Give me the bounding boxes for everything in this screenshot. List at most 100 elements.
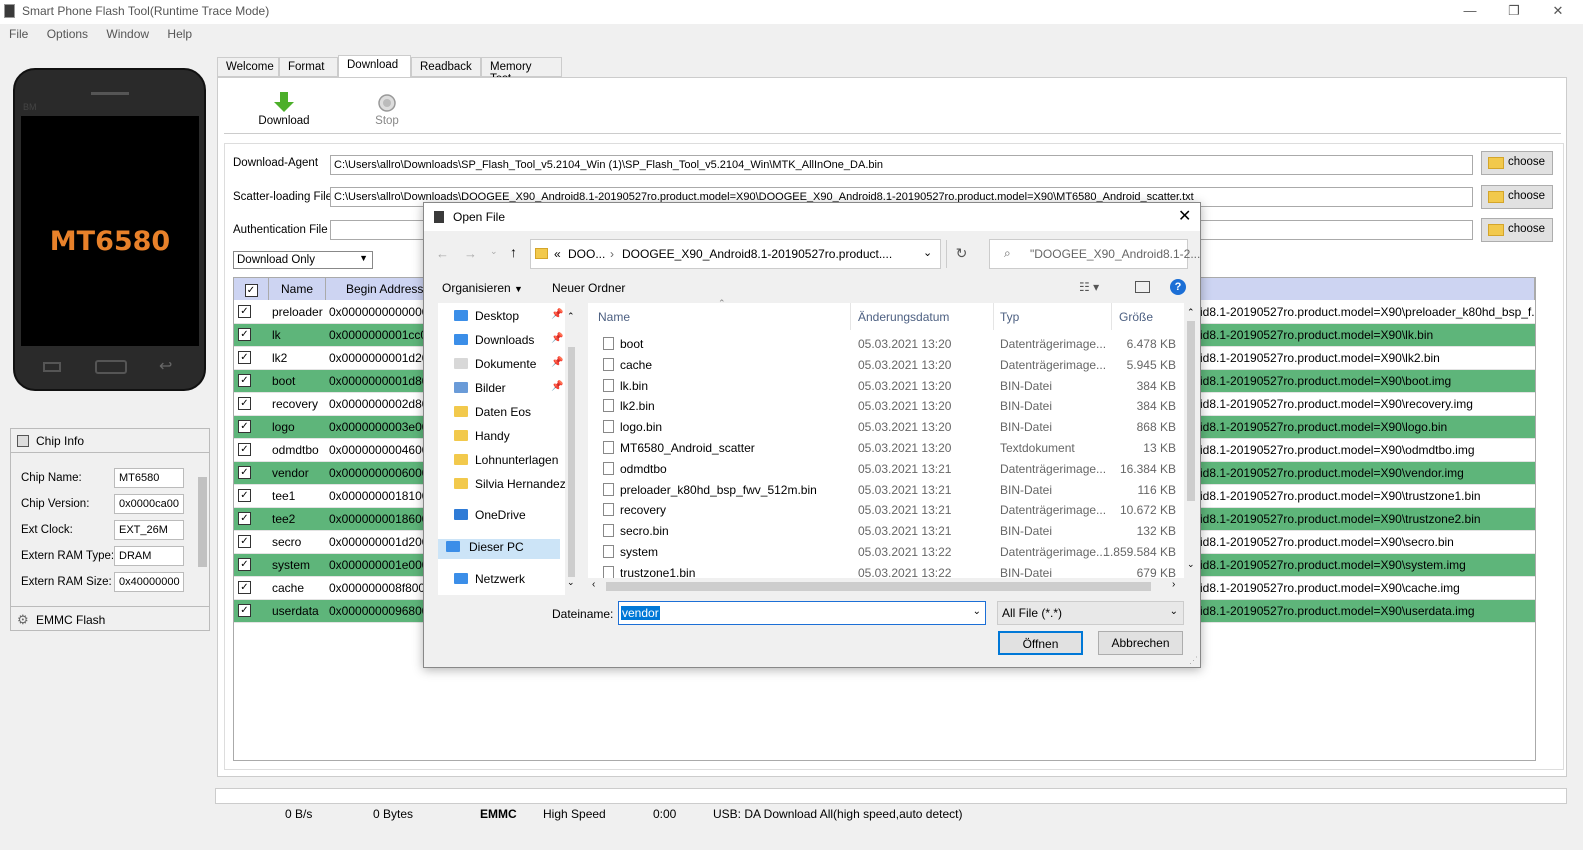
search-box[interactable]: ⌕ "DOOGEE_X90_Android8.1-2... (989, 239, 1200, 269)
partition-checkbox[interactable]: ✓ (238, 604, 251, 617)
file-row[interactable]: system 05.03.2021 13:22 Datenträgerimage..… (588, 542, 1184, 563)
dialog-close-button[interactable]: ✕ (1178, 206, 1191, 226)
scroll-up-icon[interactable]: ⌃ (567, 311, 575, 322)
horizontal-scrollbar[interactable]: ‹ › (588, 578, 1184, 595)
tab-readback[interactable]: Readback (411, 57, 481, 77)
nav-item[interactable]: Dieser PC (438, 539, 560, 559)
ext-clock-field[interactable]: EXT_26M (114, 520, 184, 540)
file-row[interactable]: MT6580_Android_scatter 05.03.2021 13:20 Te… (588, 438, 1184, 459)
preview-pane-icon[interactable] (1135, 281, 1150, 293)
filename-dropdown-icon[interactable]: ⌄ (973, 606, 981, 617)
new-folder-button[interactable]: Neuer Ordner (552, 281, 625, 295)
nav-item[interactable]: Silvia Hernandez (454, 476, 576, 496)
column-size-header[interactable]: Größe (1119, 310, 1153, 324)
tab-welcome[interactable]: Welcome (217, 57, 279, 77)
refresh-icon[interactable]: ↻ (946, 240, 976, 268)
organize-menu[interactable]: Organisieren ▼ (442, 281, 523, 295)
stop-button[interactable]: Stop (357, 86, 417, 131)
scatter-choose-button[interactable]: choose (1481, 185, 1553, 209)
file-row[interactable]: logo.bin 05.03.2021 13:20 BIN-Datei 868 KB (588, 417, 1184, 438)
nav-item[interactable]: Netzwerk (454, 571, 576, 591)
chip-info-scrollbar[interactable] (195, 459, 209, 599)
nav-scrollbar[interactable]: ⌃ ⌄ (565, 303, 578, 595)
tab-format[interactable]: Format (279, 57, 338, 77)
restore-button[interactable]: ❐ (1502, 2, 1526, 20)
nav-item[interactable]: Lohnunterlagen (454, 452, 576, 472)
menu-help[interactable]: Help (167, 24, 192, 44)
partition-checkbox[interactable]: ✓ (238, 305, 251, 318)
resize-grip-icon[interactable]: ⋰ (1189, 655, 1198, 666)
file-type-select[interactable]: All File (*.*) ⌄ (997, 601, 1184, 625)
partition-checkbox[interactable]: ✓ (238, 420, 251, 433)
file-row[interactable]: lk2.bin 05.03.2021 13:20 BIN-Datei 384 KB (588, 396, 1184, 417)
column-name-header[interactable]: Name (598, 310, 630, 324)
back-arrow-icon[interactable]: ← (436, 246, 449, 261)
download-agent-path[interactable]: C:\Users\allro\Downloads\SP_Flash_Tool_v… (330, 155, 1473, 175)
select-all-header[interactable]: ✓ (234, 278, 269, 300)
partition-checkbox[interactable]: ✓ (238, 443, 251, 456)
ram-size-field[interactable]: 0x40000000 (114, 572, 184, 592)
address-dropdown-icon[interactable]: ⌄ (923, 246, 932, 259)
name-column-header[interactable]: Name (269, 278, 326, 300)
download-mode-select[interactable]: Download Only ▼ (233, 251, 373, 269)
nav-item[interactable]: Downloads 📌 (454, 332, 576, 352)
partition-checkbox[interactable]: ✓ (238, 581, 251, 594)
address-bar[interactable]: « DOO... › DOOGEE_X90_Android8.1-2019052… (530, 239, 967, 269)
file-row[interactable]: preloader_k80hd_bsp_fwv_512m.bin 05.03.20… (588, 480, 1184, 501)
up-arrow-icon[interactable]: ↑ (510, 244, 517, 260)
breadcrumb-item[interactable]: DOOGEE_X90_Android8.1-20190527ro.product… (622, 247, 892, 261)
nav-item[interactable]: Dokumente 📌 (454, 356, 576, 376)
cancel-button[interactable]: Abbrechen (1098, 631, 1183, 655)
file-row[interactable]: recovery 05.03.2021 13:21 Datenträgerimage… (588, 500, 1184, 521)
recent-dropdown-icon[interactable]: ⌄ (490, 246, 498, 257)
chip-version-field[interactable]: 0x0000ca00 (114, 494, 184, 514)
partition-checkbox[interactable]: ✓ (238, 351, 251, 364)
file-list-scrollbar[interactable]: ⌃ ⌄ (1184, 303, 1198, 577)
tab-download[interactable]: Download (338, 55, 411, 78)
partition-checkbox[interactable]: ✓ (238, 374, 251, 387)
view-options-icon[interactable]: ☷ ▾ (1079, 280, 1099, 294)
auth-choose-button[interactable]: choose (1481, 218, 1553, 242)
partition-checkbox[interactable]: ✓ (238, 489, 251, 502)
menu-file[interactable]: File (9, 24, 28, 44)
nav-item[interactable]: OneDrive (454, 507, 576, 527)
minimize-button[interactable]: — (1458, 2, 1482, 20)
nav-item[interactable]: Daten Eos (454, 404, 576, 424)
partition-checkbox[interactable]: ✓ (238, 558, 251, 571)
help-icon[interactable]: ? (1170, 279, 1186, 295)
column-date-header[interactable]: Änderungsdatum (858, 310, 949, 324)
partition-checkbox[interactable]: ✓ (238, 512, 251, 525)
menu-window[interactable]: Window (106, 24, 149, 44)
download-button[interactable]: Download (244, 86, 324, 131)
ram-type-field[interactable]: DRAM (114, 546, 184, 566)
forward-arrow-icon[interactable]: → (464, 246, 477, 261)
chip-name-field[interactable]: MT6580 (114, 468, 184, 488)
nav-item[interactable]: Bilder 📌 (454, 380, 576, 400)
filename-input[interactable]: vendor ⌄ (618, 601, 986, 625)
scroll-left-icon[interactable]: ‹ (592, 579, 595, 590)
scroll-up-icon[interactable]: ⌃ (1187, 307, 1195, 318)
scroll-down-icon[interactable]: ⌄ (1187, 559, 1195, 570)
breadcrumb-item[interactable]: DOO... (568, 247, 605, 261)
file-row[interactable]: odmdtbo 05.03.2021 13:21 Datenträgerimage.… (588, 459, 1184, 480)
file-row[interactable]: cache 05.03.2021 13:20 Datenträgerimage...… (588, 355, 1184, 376)
download-agent-choose-button[interactable]: choose (1481, 151, 1553, 175)
partition-checkbox[interactable]: ✓ (238, 535, 251, 548)
file-row[interactable]: trustzone1.bin 05.03.2021 13:22 BIN-Datei 6… (588, 563, 1184, 578)
file-row[interactable]: lk.bin 05.03.2021 13:20 BIN-Datei 384 KB (588, 376, 1184, 397)
nav-item[interactable]: Handy (454, 428, 576, 448)
scroll-down-icon[interactable]: ⌄ (567, 577, 575, 588)
open-button[interactable]: Öffnen (998, 631, 1083, 655)
nav-item[interactable]: Desktop 📌 (454, 308, 576, 328)
tab-memory-test[interactable]: Memory Test (481, 57, 562, 85)
partition-checkbox[interactable]: ✓ (238, 397, 251, 410)
scroll-right-icon[interactable]: › (1172, 579, 1175, 590)
partition-checkbox[interactable]: ✓ (238, 466, 251, 479)
partition-checkbox[interactable]: ✓ (238, 328, 251, 341)
emmc-flash-label[interactable]: EMMC Flash (36, 613, 105, 627)
close-button[interactable]: ✕ (1546, 2, 1570, 20)
file-row[interactable]: boot 05.03.2021 13:20 Datenträgerimage... 6… (588, 334, 1184, 355)
menu-options[interactable]: Options (47, 24, 88, 44)
file-row[interactable]: secro.bin 05.03.2021 13:21 BIN-Datei 132 KB (588, 521, 1184, 542)
column-type-header[interactable]: Typ (1000, 310, 1019, 324)
